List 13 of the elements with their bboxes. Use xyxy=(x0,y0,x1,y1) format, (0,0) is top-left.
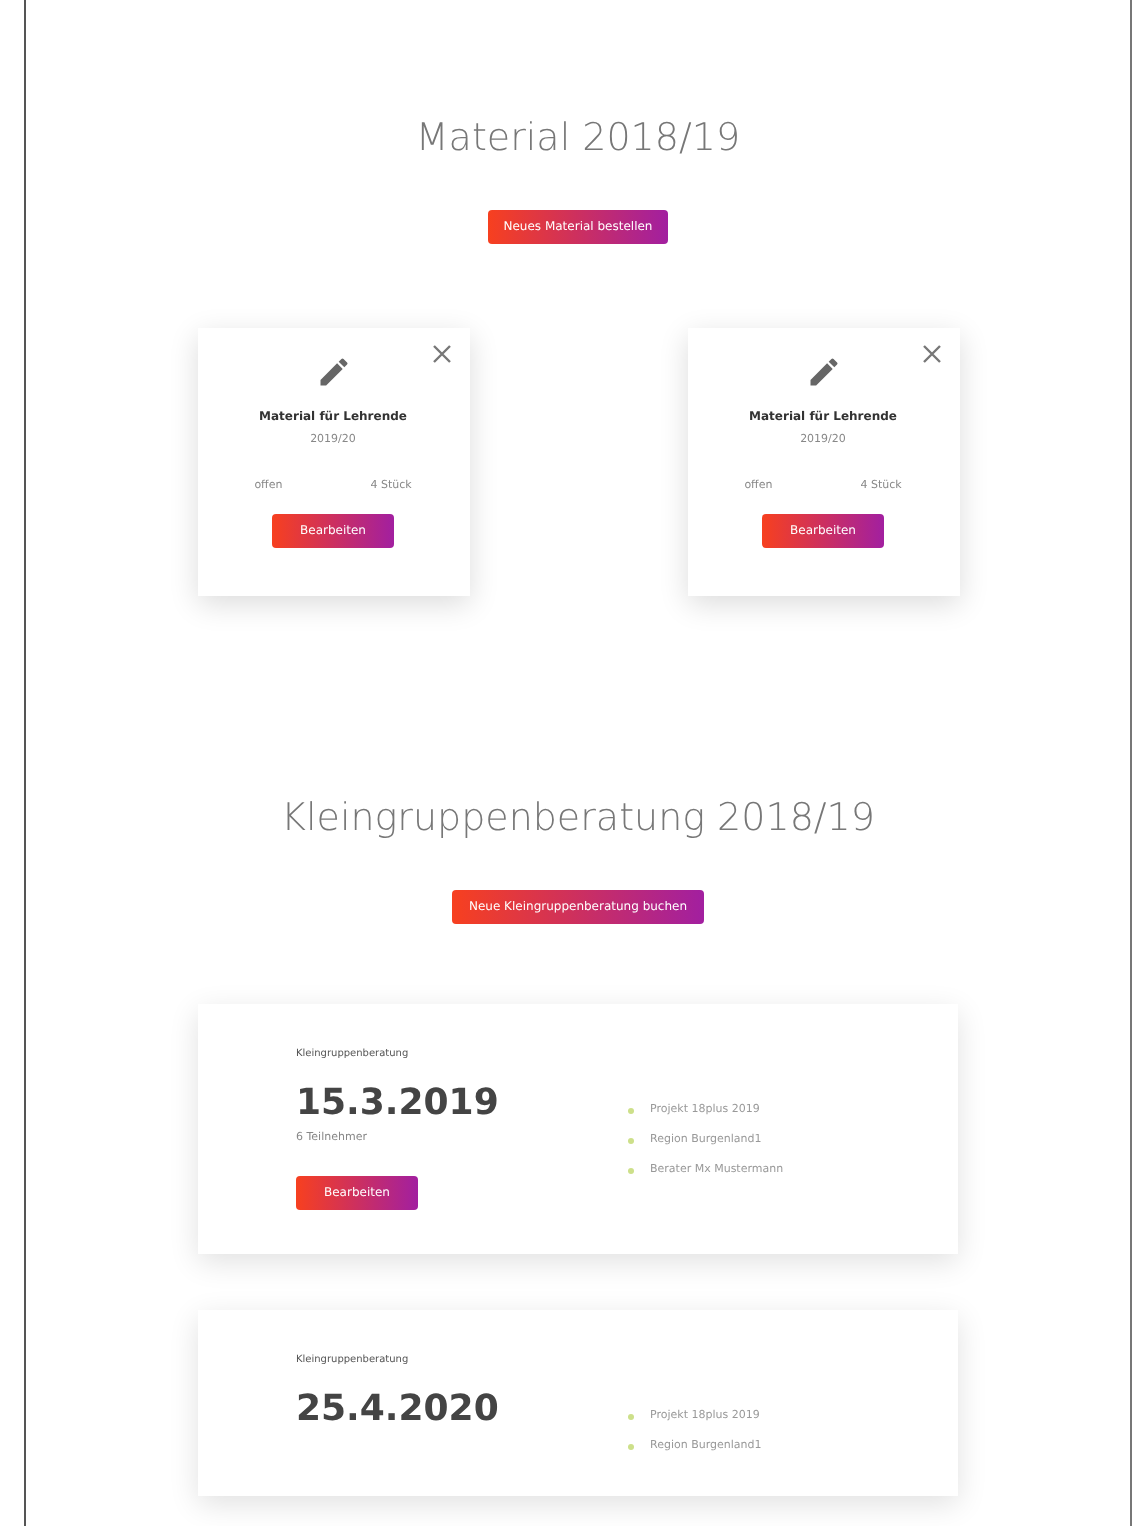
date-text: 15.3.2019 xyxy=(296,1082,499,1124)
close-icon[interactable] xyxy=(921,344,941,364)
section-title: Material 2018/19 xyxy=(415,116,741,160)
bullet-icon xyxy=(628,1443,634,1449)
bullet-icon xyxy=(628,1167,634,1173)
section-title: Kleingruppenberatung 2018/19 xyxy=(281,796,875,840)
date-text: 25.4.2020 xyxy=(296,1388,499,1430)
bullet-icon xyxy=(628,1137,634,1143)
pencil-icon xyxy=(315,354,351,390)
bullet-icon xyxy=(628,1413,634,1419)
close-icon[interactable] xyxy=(431,344,451,364)
bullet-icon xyxy=(628,1107,634,1113)
pencil-icon xyxy=(805,354,841,390)
